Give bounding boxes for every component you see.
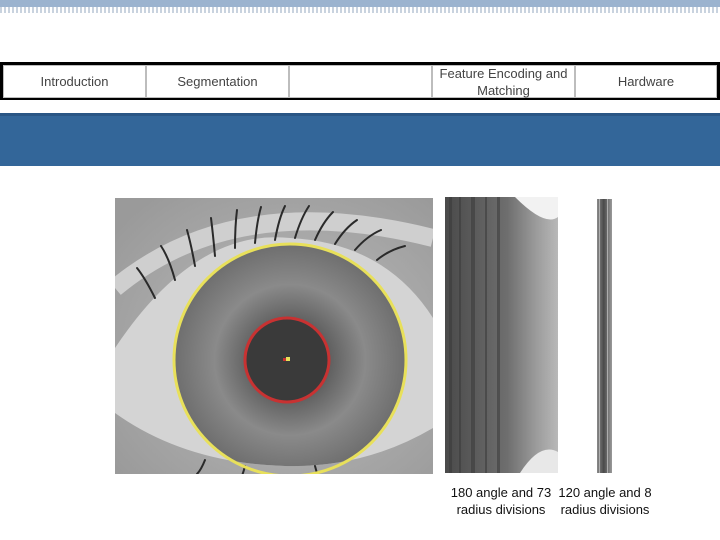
tab-label: Hardware [617,74,675,89]
header-hatch-pattern [0,7,720,13]
caption-120-angle: 120 angle and 8 radius divisions [558,485,652,517]
normalized-iris-strip-small [597,199,612,473]
tab-introduction[interactable]: Introduction [3,65,146,98]
tab-hardware[interactable]: Hardware [575,65,717,98]
tab-blank[interactable] [289,65,432,98]
tab-label: Feature Encoding and Matching [439,65,568,98]
caption-180-angle: 180 angle and 73 radius divisions [450,485,552,517]
tab-segmentation[interactable]: Segmentation [146,65,289,98]
tab-label: Segmentation [177,74,258,89]
title-banner [0,113,720,166]
tab-feature-encoding[interactable]: Feature Encoding and Matching [432,65,575,98]
normalized-iris-strip-large [445,197,558,473]
banner-spacer [0,104,720,113]
tab-label: Introduction [40,74,109,89]
header-accent-stripe [0,0,720,7]
segmented-eye-image [115,198,433,474]
